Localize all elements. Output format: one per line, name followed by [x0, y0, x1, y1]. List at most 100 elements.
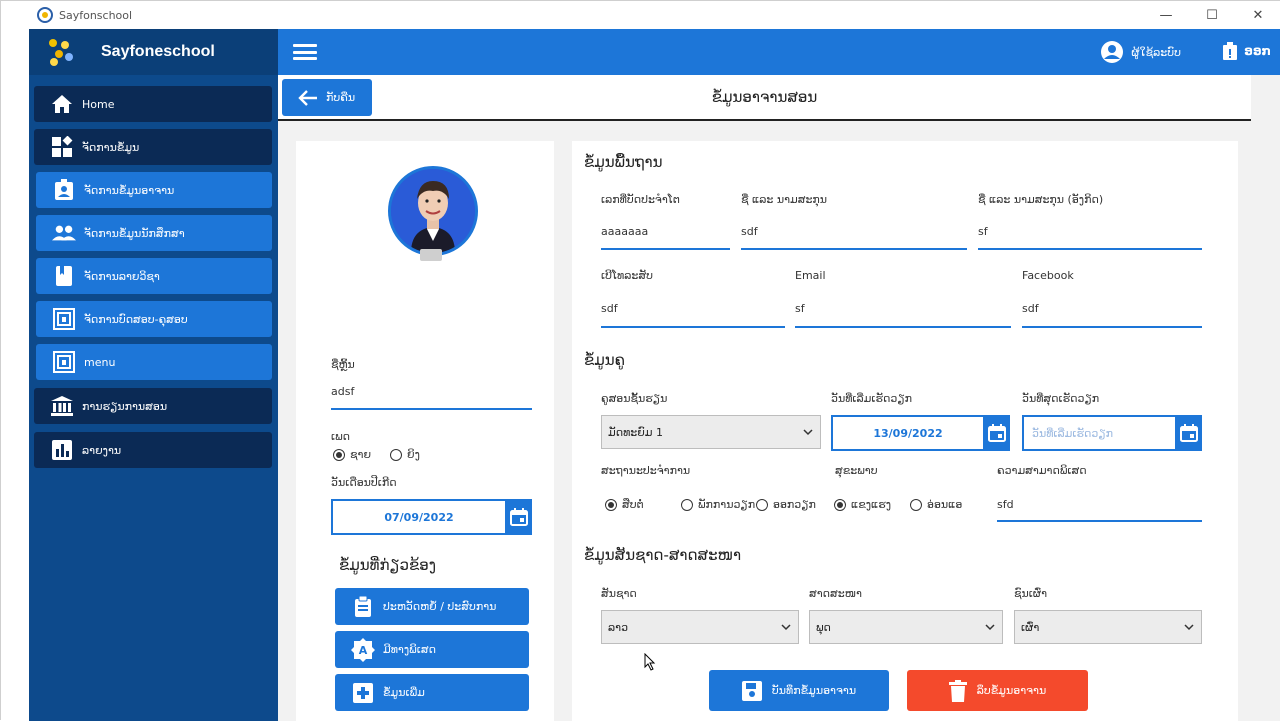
- status-leave-radio[interactable]: ພັກການວຽກ: [681, 498, 755, 511]
- clipboard-icon: [351, 595, 375, 619]
- save-label: ບັນທຶກຂໍ້ມູນອາຈານ: [771, 684, 857, 697]
- fullname-input[interactable]: sdf: [741, 225, 758, 238]
- dob-field[interactable]: 07/09/2022: [331, 499, 507, 535]
- related-title: ຂໍ້ມູນທີ່ກ່ຽວຂ້ອງ: [339, 556, 436, 574]
- logout-button[interactable]: ອອກ: [1222, 41, 1271, 61]
- sidebar: Sayfoneschool Home ຈັດການຂໍ້ມູນ ຈັດການຂໍ…: [29, 29, 278, 721]
- app-window: Sayfonschool — ☐ ✕ Sayfoneschool Home ຈັ…: [0, 0, 1280, 721]
- close-button[interactable]: ✕: [1235, 1, 1280, 29]
- delete-teacher-button[interactable]: ລຶບຂໍ້ມູນອາຈານ: [907, 670, 1088, 711]
- sidebar-item-students[interactable]: ຈັດການຂໍ້ມູນນັກສຶກສາ: [36, 215, 272, 251]
- level-select[interactable]: ມັດທະຍົມ 1: [601, 415, 821, 449]
- nickname-input[interactable]: adsf: [331, 385, 354, 398]
- sidebar-item-label: ຈັດການຂໍ້ມູນນັກສຶກສາ: [84, 226, 185, 240]
- radio-label: ແຂງແຮງ: [851, 498, 892, 511]
- app-logo-icon: [37, 7, 53, 23]
- nationality-select[interactable]: ລາວ: [601, 610, 799, 644]
- facebook-label: Facebook: [1022, 269, 1074, 282]
- ability-input[interactable]: sfd: [997, 498, 1014, 511]
- save-teacher-button[interactable]: ບັນທຶກຂໍ້ມູນອາຈານ: [709, 670, 889, 711]
- ethnic-value: ເຜົ່າ: [1021, 620, 1040, 634]
- brand: Sayfoneschool: [29, 29, 278, 75]
- chart-icon: [50, 439, 74, 461]
- health-good-radio[interactable]: ແຂງແຮງ: [834, 498, 891, 511]
- start-date-field[interactable]: 13/09/2022: [831, 415, 985, 451]
- religion-value: ພຸດ: [816, 620, 831, 634]
- radio-label: ຍິງ: [407, 448, 420, 461]
- fullname-en-input[interactable]: sf: [978, 225, 988, 238]
- radio-dot: [333, 448, 345, 461]
- radio-dot: [605, 498, 617, 511]
- skills-button[interactable]: A ມີທາງພິເສດ: [335, 631, 529, 668]
- sidebar-item-teaching[interactable]: ການຮຽນການສອນ: [34, 388, 272, 424]
- gender-male-radio[interactable]: ຊາຍ: [333, 448, 371, 461]
- sidebar-item-home[interactable]: Home: [34, 86, 272, 122]
- radio-label: ພັກການວຽກ: [698, 498, 756, 511]
- sidebar-item-label: ຈັດການຂໍ້ມູນອາຈານ: [84, 183, 175, 197]
- sidebar-item-manage-data[interactable]: ຈັດການຂໍ້ມູນ: [34, 129, 272, 165]
- book-icon: [52, 265, 76, 287]
- nationality-value: ລາວ: [608, 620, 629, 634]
- title-bar: Sayfonschool — ☐ ✕: [1, 1, 1280, 29]
- camera-icon[interactable]: [420, 249, 442, 261]
- svg-text:A: A: [359, 644, 368, 657]
- radio-dot: [756, 498, 768, 511]
- maximize-button[interactable]: ☐: [1189, 1, 1235, 29]
- save-icon: [741, 680, 762, 701]
- gender-female-radio[interactable]: ຍິງ: [390, 448, 420, 461]
- fullname-en-label: ຊື່ ແລະ ນາມສະກຸນ (ອັງກິດ): [978, 193, 1104, 206]
- more-info-button[interactable]: ຂໍ້ມູນເພີ່ມ: [335, 674, 529, 711]
- brand-name: Sayfoneschool: [101, 43, 215, 60]
- hamburger-menu-icon[interactable]: [293, 44, 317, 60]
- logout-icon: [1223, 42, 1238, 60]
- window-title: Sayfonschool: [59, 8, 133, 22]
- sidebar-item-menu[interactable]: menu: [36, 344, 272, 380]
- sidebar-item-label: ລາຍງານ: [82, 443, 122, 457]
- status-resigned-radio[interactable]: ອອກວຽກ: [756, 498, 816, 511]
- nation-info-title: ຂໍ້ມູນສັນຊາດ-ສາດສະໜາ: [584, 546, 742, 564]
- facebook-input[interactable]: sdf: [1022, 302, 1039, 315]
- home-icon: [50, 93, 74, 115]
- fullname-label: ຊື່ ແລະ ນາມສະກຸນ: [741, 193, 828, 206]
- resume-button[interactable]: ປະຫວັດຫຍໍ້ / ປະສົບການ: [335, 588, 529, 625]
- phone-input[interactable]: sdf: [601, 302, 618, 315]
- chevron-down-icon: [1184, 624, 1194, 631]
- radio-dot: [681, 498, 693, 511]
- ethnic-select[interactable]: ເຜົ່າ: [1014, 610, 1202, 644]
- sidebar-item-teachers[interactable]: ຈັດການຂໍ້ມູນອາຈານ: [36, 172, 272, 208]
- email-input[interactable]: sf: [795, 302, 805, 315]
- dob-calendar-button[interactable]: [506, 499, 532, 535]
- ability-label: ຄວາມສາມາດພິເສດ: [997, 464, 1087, 477]
- mouse-cursor-icon: [644, 652, 656, 675]
- sidebar-item-reports[interactable]: ລາຍງານ: [34, 432, 272, 468]
- user-menu[interactable]: ຜູ້ໃຊ້ລະບົບ: [1101, 41, 1181, 63]
- sidebar-item-label: ຈັດການຂໍ້ມູນ: [82, 140, 140, 154]
- end-date-calendar-button[interactable]: [1176, 415, 1202, 451]
- teacher-badge-icon: [52, 179, 76, 201]
- skill-badge-icon: A: [351, 637, 375, 662]
- status-label: ສະຖານະປະຈຳການ: [601, 464, 691, 477]
- bank-icon: [50, 395, 74, 417]
- profile-photo[interactable]: [388, 166, 478, 256]
- health-weak-radio[interactable]: ອ່ອນແອ: [910, 498, 962, 511]
- test-icon: [52, 308, 76, 330]
- sayfone-logo-icon: [47, 37, 77, 67]
- sidebar-item-label: ການຮຽນການສອນ: [82, 399, 168, 413]
- field-underline: [601, 248, 730, 250]
- religion-select[interactable]: ພຸດ: [809, 610, 1003, 644]
- resume-label: ປະຫວັດຫຍໍ້ / ປະສົບການ: [383, 600, 497, 613]
- end-date-label: ວັນທີ່ສຸດເຮັດວຽກ: [1022, 392, 1100, 405]
- sidebar-item-tests[interactable]: ຈັດການບົດສອບ-ຄຸສອບ: [36, 301, 272, 337]
- id-card-input[interactable]: aaaaaaa: [601, 225, 648, 238]
- field-underline: [741, 248, 967, 250]
- minimize-button[interactable]: —: [1143, 1, 1189, 29]
- end-date-field[interactable]: ວັນທີ່ເລີ່ມເຮັດວຽກ: [1022, 415, 1177, 451]
- sidebar-item-label: Home: [82, 97, 115, 111]
- status-active-radio[interactable]: ສືບຕໍ່: [605, 498, 644, 511]
- start-date-calendar-button[interactable]: [984, 415, 1010, 451]
- calendar-icon: [510, 508, 528, 526]
- phone-label: ເບີໂທລະສັບ: [601, 269, 653, 282]
- radio-dot: [390, 448, 402, 461]
- nickname-underline: [331, 408, 532, 410]
- sidebar-item-subjects[interactable]: ຈັດການລາຍວິຊາ: [36, 258, 272, 294]
